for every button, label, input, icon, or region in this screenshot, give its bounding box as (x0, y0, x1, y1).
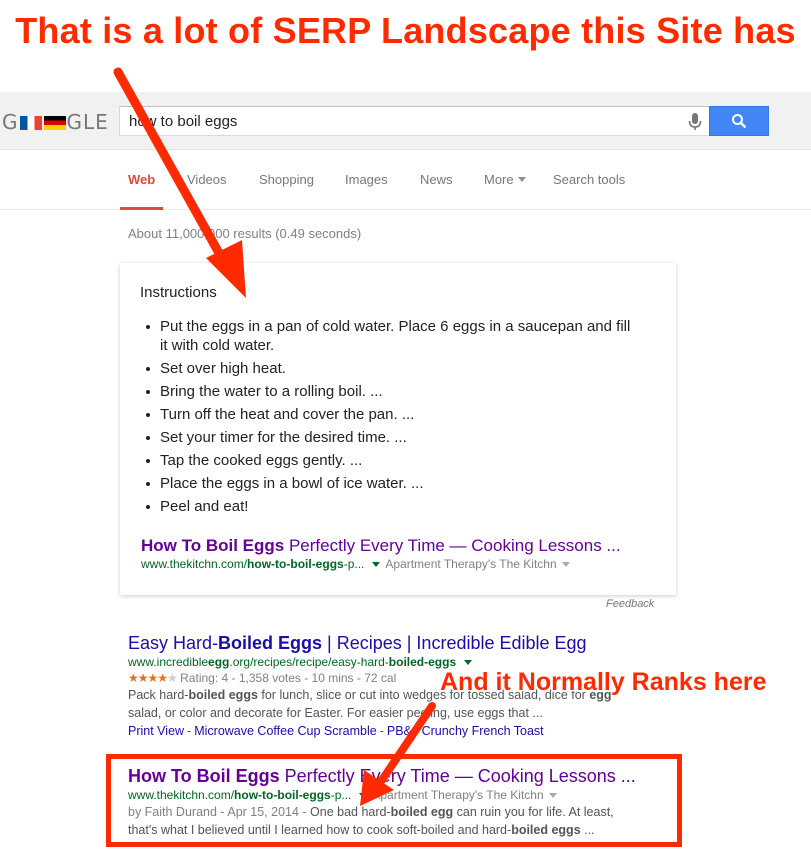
answer-url: www.thekitchn.com/how-to-boil-eggs-p... A… (141, 557, 570, 571)
result-title-bold: Boiled Eggs (218, 633, 323, 653)
answer-step: Peel and eat! (146, 497, 640, 516)
answer-source-name: Apartment Therapy's The Kitchn (385, 557, 557, 571)
sitelink[interactable]: PB&J Crunchy French Toast (387, 724, 544, 738)
chevron-down-icon (517, 177, 526, 182)
answer-step: Place the eggs in a bowl of ice water. .… (146, 474, 640, 493)
answer-box: Instructions Put the eggs in a pan of co… (120, 263, 676, 595)
microphone-icon[interactable] (687, 112, 703, 132)
snippet-part: salad, or color and decorate for Easter.… (128, 706, 543, 720)
snippet-part: Pack hard- (128, 688, 189, 702)
snippet-bold: boiled eggs (188, 688, 258, 702)
answer-heading: Instructions (140, 284, 217, 301)
tab-news[interactable]: News (420, 172, 453, 187)
result-url-bold: boiled-eggs (388, 655, 457, 669)
search-input[interactable] (129, 113, 669, 130)
answer-step: Set your timer for the desired time. ... (146, 428, 640, 447)
tab-more-label: More (484, 172, 514, 187)
result-url-bold: egg (208, 655, 230, 669)
source-dropdown-icon[interactable] (561, 562, 570, 567)
search-box[interactable] (119, 106, 710, 136)
answer-url-bold: how-to-boil-eggs (247, 557, 344, 571)
logo[interactable]: G GLE (2, 110, 109, 134)
tab-search-tools[interactable]: Search tools (553, 172, 625, 187)
result-title-part: Easy Hard- (128, 633, 219, 653)
highlight-box (106, 754, 682, 847)
tab-more[interactable]: More (484, 172, 526, 187)
tab-web[interactable]: Web (128, 172, 155, 187)
answer-link-bold: How To Boil Eggs (141, 536, 285, 555)
answer-link-rest: Perfectly Every Time — Cooking Lessons .… (284, 536, 621, 555)
answer-source-link[interactable]: How To Boil Eggs Perfectly Every Time — … (141, 536, 621, 556)
stars-empty: ★ (167, 671, 178, 685)
annotation-bottom: And it Normally Ranks here (440, 668, 767, 696)
tab-images[interactable]: Images (345, 172, 388, 187)
answer-steps: Put the eggs in a pan of cold water. Pla… (146, 317, 640, 520)
answer-step: Bring the water to a rolling boil. ... (146, 382, 640, 401)
result-title-link[interactable]: Easy Hard-Boiled Eggs | Recipes | Incred… (128, 632, 648, 654)
answer-url-plain: www.thekitchn.com/ (141, 557, 248, 571)
tab-videos[interactable]: Videos (187, 172, 227, 187)
result-url-part: .org/recipes/recipe/easy-hard- (229, 655, 389, 669)
sitelink-separator: - (187, 724, 192, 738)
search-icon (732, 114, 747, 129)
answer-step: Set over high heat. (146, 359, 640, 378)
url-dropdown-icon[interactable] (372, 562, 381, 567)
result-url-part: www.incredible (128, 655, 209, 669)
result-title-part: | Recipes | Incredible Edible Egg (322, 633, 587, 653)
sitelink[interactable]: Print View (128, 724, 184, 738)
sitelink[interactable]: Microwave Coffee Cup Scramble (194, 724, 376, 738)
flag-de-icon (43, 116, 66, 130)
star-rating-icon: ★★★★★ (128, 671, 178, 685)
feedback-link[interactable]: Feedback (606, 598, 654, 610)
answer-step: Put the eggs in a pan of cold water. Pla… (146, 317, 640, 355)
result-stats: About 11,000,000 results (0.49 seconds) (128, 226, 362, 241)
rating-text: Rating: 4 - 1,358 votes - 10 mins - 72 c… (180, 671, 397, 685)
search-tabs: Web Videos Shopping Images News More Sea… (0, 150, 811, 210)
stars-filled: ★★★★ (128, 671, 168, 685)
flag-fr-icon (19, 116, 42, 130)
logo-right-text: GLE (66, 110, 109, 134)
search-button[interactable] (709, 106, 769, 136)
sitelink-separator: - (379, 724, 384, 738)
answer-url-tail: -p... (343, 557, 365, 571)
active-tab-indicator (120, 207, 163, 210)
answer-step: Turn off the heat and cover the pan. ... (146, 405, 640, 424)
annotation-top: That is a lot of SERP Landscape this Sit… (15, 10, 796, 51)
url-dropdown-icon[interactable] (464, 660, 473, 665)
answer-step: Tap the cooked eggs gently. ... (146, 451, 640, 470)
logo-left-text: G (2, 110, 19, 134)
sitelinks: Print View - Microwave Coffee Cup Scramble… (128, 722, 648, 740)
tab-shopping[interactable]: Shopping (259, 172, 314, 187)
